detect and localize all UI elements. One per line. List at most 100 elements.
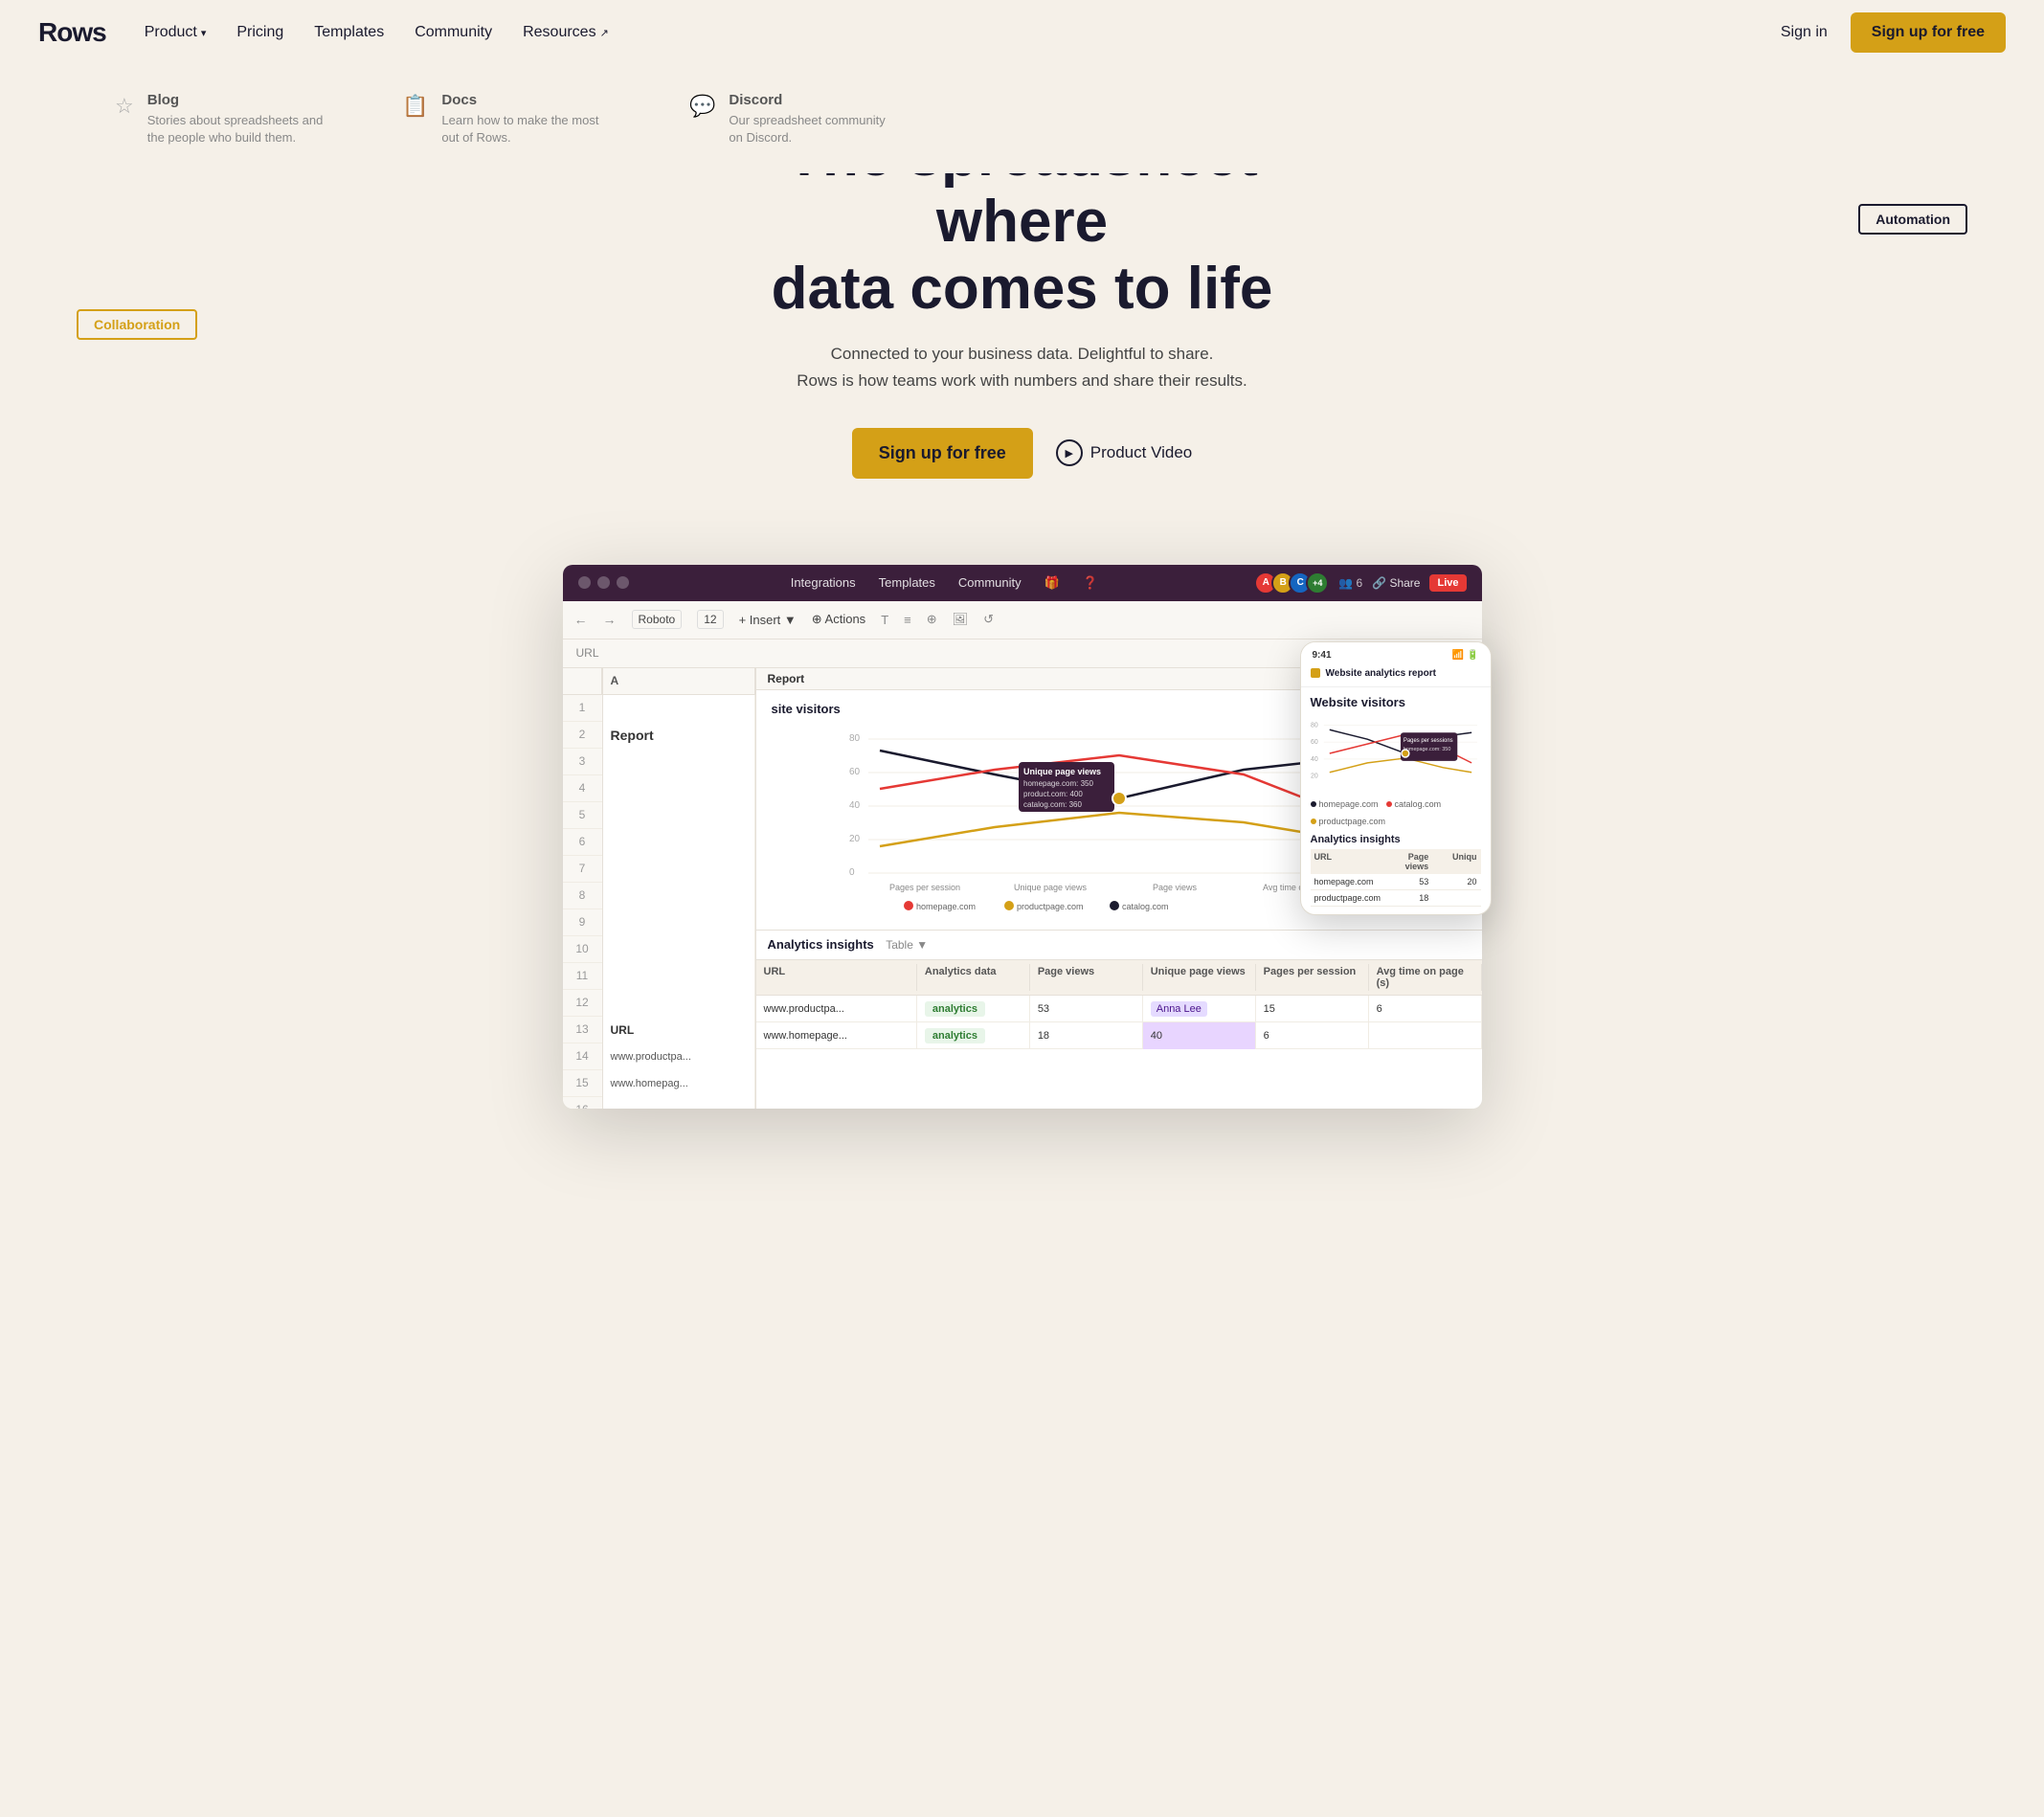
navigation: Rows Product ▾ Pricing Templates Communi… (0, 0, 2044, 65)
nav-resources[interactable]: Resources ↗ (523, 24, 609, 41)
legend-dot-homepage (1311, 801, 1316, 807)
cell-a10[interactable] (603, 936, 755, 963)
row-1: 1 (563, 695, 602, 722)
table-cell-analytics-1[interactable]: analytics (917, 996, 1030, 1022)
svg-text:40: 40 (849, 800, 861, 811)
table-cell-pv-1[interactable]: 53 (1030, 996, 1143, 1022)
table-cell-ps-2[interactable]: 6 (1256, 1022, 1369, 1049)
cell-a2[interactable]: Report (603, 722, 755, 749)
cell-a11[interactable] (603, 963, 755, 990)
row-13: 13 (563, 1017, 602, 1043)
badge-collaboration[interactable]: Collaboration (77, 309, 197, 340)
back-button[interactable]: ← (574, 612, 588, 627)
header-dot-icon (1311, 668, 1320, 678)
svg-text:20: 20 (849, 834, 861, 844)
svg-text:80: 80 (1311, 722, 1318, 729)
table-row-2[interactable]: www.homepage... analytics 18 40 6 (756, 1022, 1482, 1049)
hero-signup-button[interactable]: Sign up for free (852, 428, 1033, 479)
row-numbers: 1 2 3 4 5 6 7 8 9 10 11 12 13 14 15 16 (563, 668, 603, 1109)
analytics-insights-header: Analytics insights Table ▼ (756, 931, 1482, 960)
table-cell-url-2[interactable]: www.homepage... (756, 1022, 917, 1049)
cell-a4[interactable] (603, 775, 755, 802)
live-badge: Live (1429, 574, 1466, 592)
svg-text:homepage.com: 350: homepage.com: 350 (1023, 779, 1093, 788)
row-5: 5 (563, 802, 602, 829)
discord-icon: 💬 (689, 94, 715, 119)
table-cell-uniq-2[interactable]: 40 (1143, 1022, 1256, 1049)
chevron-down-icon-resources: ↗ (600, 27, 609, 39)
col-unique: Unique page views (1143, 964, 1256, 991)
insert-button[interactable]: + Insert ▼ (739, 613, 797, 627)
cell-a9[interactable] (603, 909, 755, 936)
table-cell-analytics-2[interactable]: analytics (917, 1022, 1030, 1049)
cell-a15[interactable]: www.homepag... (603, 1070, 755, 1097)
corner-cell (563, 668, 602, 695)
mobile-table-header: URL Page views Uniqu (1311, 849, 1481, 874)
svg-text:catalog.com: 360: catalog.com: 360 (1023, 800, 1082, 809)
col-avgtime: Avg time on page (s) (1369, 964, 1482, 991)
svg-text:Pages per session: Pages per session (889, 883, 960, 892)
cell-a12[interactable] (603, 990, 755, 1017)
svg-text:60: 60 (849, 767, 861, 777)
cell-a16[interactable] (603, 1097, 755, 1109)
table-cell-pv-2[interactable]: 18 (1030, 1022, 1143, 1049)
nav-pricing[interactable]: Pricing (236, 24, 283, 41)
table-cell-avg-1[interactable]: 6 (1369, 996, 1482, 1022)
table-row-1[interactable]: www.productpa... analytics 53 Anna Lee 1… (756, 996, 1482, 1022)
text-format-icon: T (881, 613, 888, 627)
dot-minimize (597, 576, 610, 589)
resource-discord[interactable]: 💬 Discord Our spreadsheet community on D… (689, 92, 900, 146)
cell-a1[interactable] (603, 695, 755, 722)
signup-button[interactable]: Sign up for free (1851, 12, 2006, 53)
cell-a5[interactable] (603, 802, 755, 829)
cell-a14[interactable]: www.productpa... (603, 1043, 755, 1070)
badge-automation[interactable]: Automation (1858, 204, 1967, 235)
signin-button[interactable]: Sign in (1781, 24, 1828, 41)
format-icon: ⊕ (927, 612, 937, 627)
hero-actions: Sign up for free ▶ Product Video (38, 428, 2006, 479)
mobile-table-row-2: productpage.com 18 (1311, 890, 1481, 907)
resource-blog[interactable]: ☆ Blog Stories about spreadsheets and th… (115, 92, 326, 146)
table-view-toggle[interactable]: Table ▼ (886, 938, 928, 952)
cell-a8[interactable] (603, 883, 755, 909)
fontsize-selector[interactable]: 12 (697, 610, 723, 629)
svg-text:Unique page views: Unique page views (1023, 767, 1101, 776)
titlebar-right: A B C +4 👥 6 🔗 Share Live (1260, 572, 1466, 594)
row-3: 3 (563, 749, 602, 775)
row-16: 16 (563, 1097, 602, 1109)
product-screenshot: Integrations Templates Community 🎁 ❓ A B… (563, 565, 1482, 1109)
mobile-content: Website visitors 80 60 40 20 Pages per (1301, 687, 1491, 914)
cell-a6[interactable] (603, 829, 755, 856)
table-cell-url-1[interactable]: www.productpa... (756, 996, 917, 1022)
share-button[interactable]: 🔗 Share (1372, 576, 1420, 590)
svg-text:Unique page views: Unique page views (1014, 883, 1088, 892)
app-nav-community[interactable]: Community (958, 575, 1022, 590)
product-video-button[interactable]: ▶ Product Video (1056, 439, 1192, 466)
nav-templates[interactable]: Templates (314, 24, 384, 41)
row-14: 14 (563, 1043, 602, 1070)
cell-a7[interactable] (603, 856, 755, 883)
svg-text:40: 40 (1311, 756, 1318, 763)
cell-a13[interactable]: URL (603, 1017, 755, 1043)
cell-a3[interactable] (603, 749, 755, 775)
row-8: 8 (563, 883, 602, 909)
svg-text:homepage.com: homepage.com (916, 902, 976, 911)
actions-button[interactable]: ⊕ Actions (812, 612, 865, 627)
table-cell-uniq-1[interactable]: Anna Lee (1143, 996, 1256, 1022)
logo[interactable]: Rows (38, 17, 106, 48)
mobile-statusbar: 9:41 📶 🔋 (1301, 642, 1491, 664)
forward-button[interactable]: → (603, 612, 617, 627)
resource-docs[interactable]: 📋 Docs Learn how to make the most out of… (402, 92, 613, 146)
font-selector[interactable]: Roboto (632, 610, 683, 629)
app-nav-templates[interactable]: Templates (879, 575, 935, 590)
col-a: A Report URL www.productpa (603, 668, 756, 1109)
table-cell-ps-1[interactable]: 15 (1256, 996, 1369, 1022)
table-cell-avg-2[interactable] (1369, 1022, 1482, 1049)
nav-product[interactable]: Product ▾ (145, 24, 207, 41)
spreadsheet-toolbar: ← → Roboto 12 + Insert ▼ ⊕ Actions T ≡ ⊕… (563, 601, 1482, 639)
app-nav-integrations[interactable]: Integrations (791, 575, 856, 590)
nav-community[interactable]: Community (415, 24, 492, 41)
help-icon: ❓ (1083, 575, 1098, 591)
col-url: URL (756, 964, 917, 991)
star-icon: ☆ (115, 94, 134, 119)
